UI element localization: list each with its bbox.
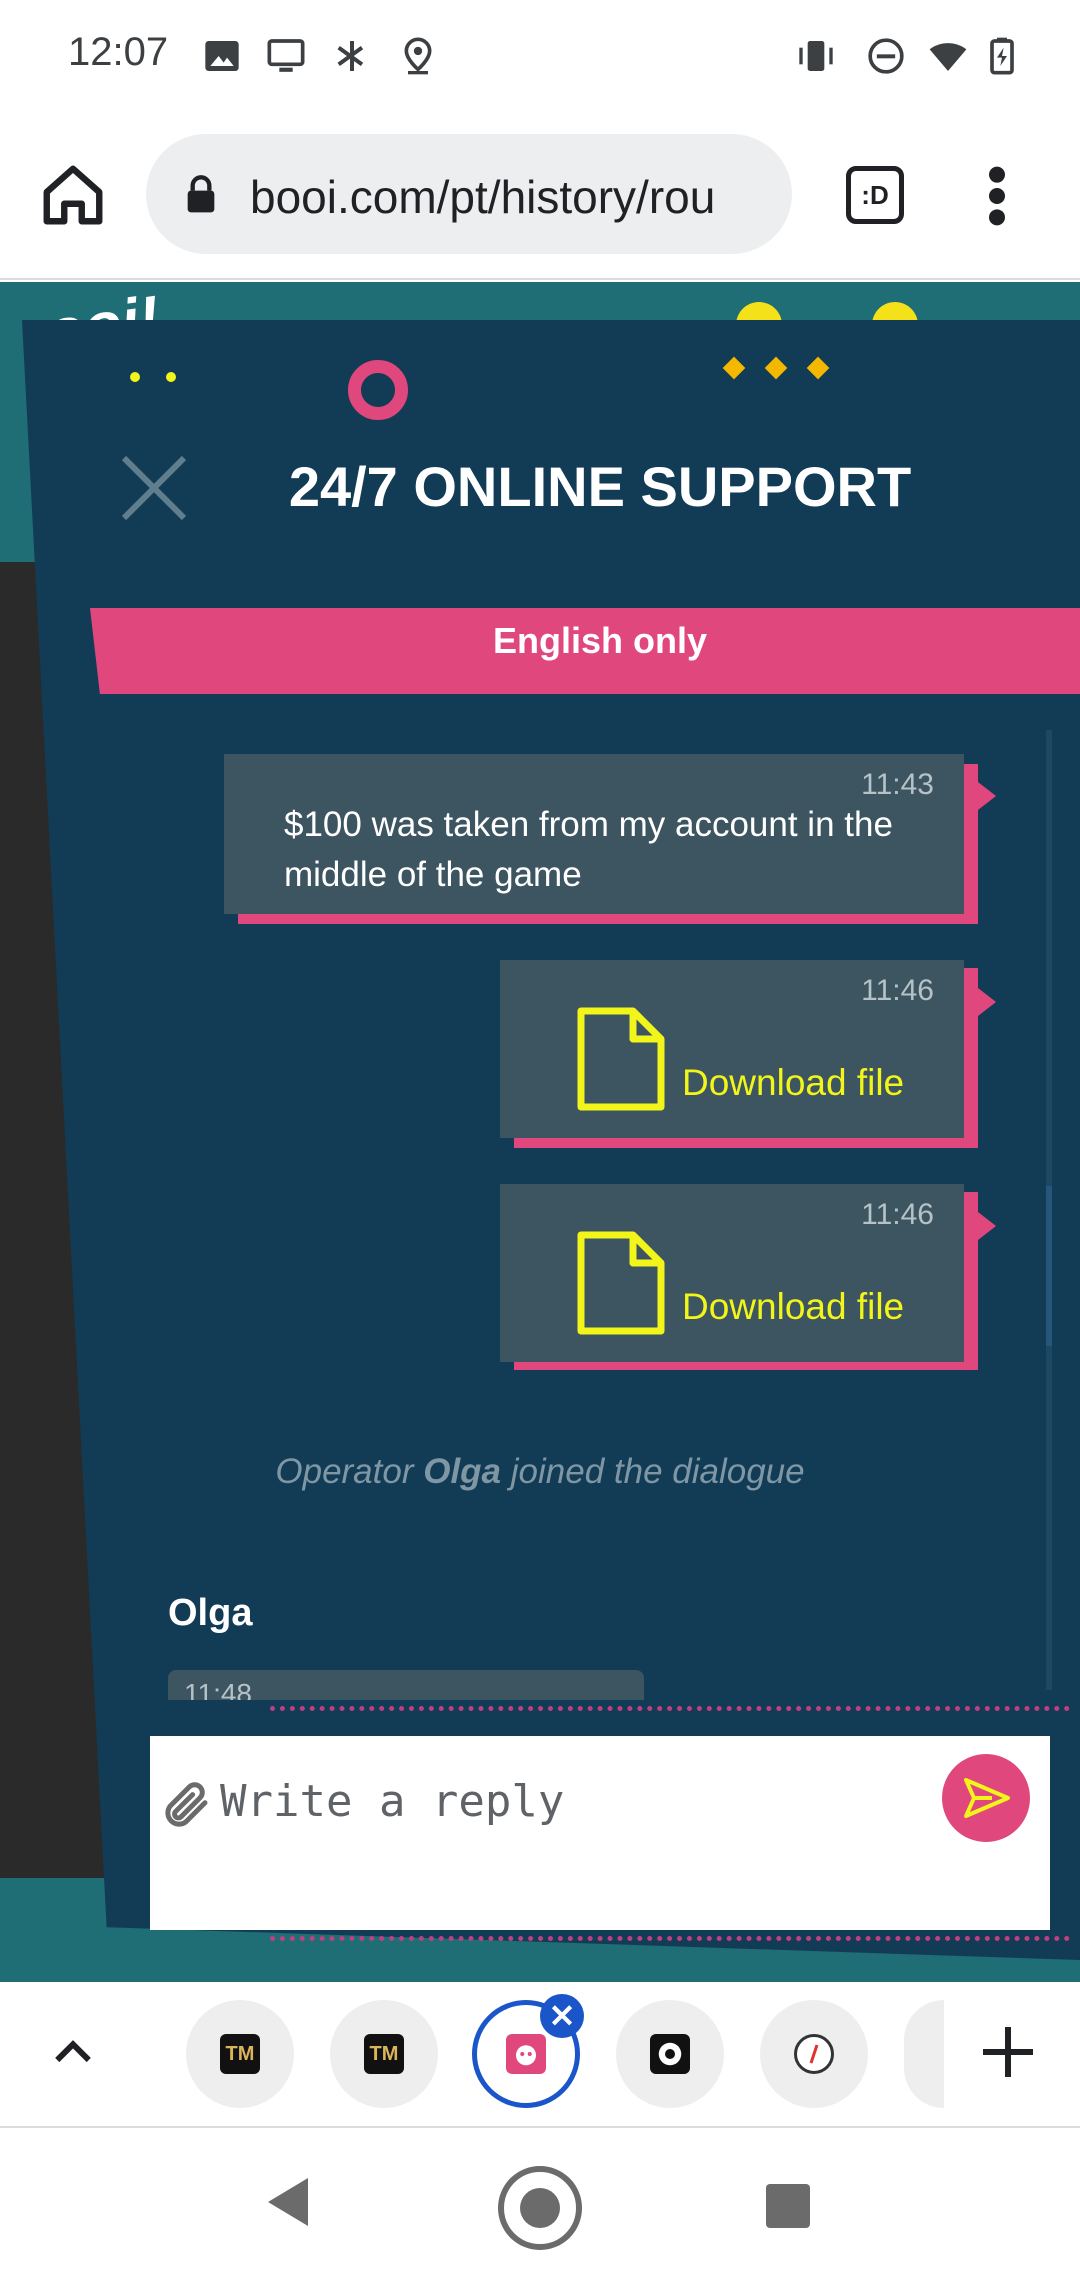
browser-toolbar: booi.com/pt/history/rou :D (0, 112, 1080, 280)
tab-item[interactable] (616, 2000, 724, 2108)
note-operator-name: Olga (423, 1452, 502, 1491)
recent-apps-button[interactable] (766, 2184, 810, 2228)
download-file-link[interactable]: Download file (682, 1062, 904, 1104)
file-icon[interactable] (576, 1230, 666, 1336)
status-bar: 12:07 (0, 0, 1080, 112)
message-time: 11:46 (861, 974, 934, 1007)
message-pointer (978, 782, 996, 810)
back-icon[interactable] (264, 2174, 312, 2230)
close-icon[interactable] (118, 452, 190, 524)
url-text: booi.com/pt/history/rou (250, 171, 716, 223)
battery-charging-icon (990, 37, 1014, 75)
tab-item[interactable]: TM (330, 2000, 438, 2108)
send-icon (964, 1778, 1010, 1818)
message-text: $100 was taken from my account in the mi… (284, 805, 893, 894)
address-bar[interactable]: booi.com/pt/history/rou (146, 134, 792, 254)
chat-file-message: 11:46 Download file (500, 960, 964, 1138)
compass-needle-icon (809, 2044, 819, 2064)
tab-item[interactable]: TM (186, 2000, 294, 2108)
send-button[interactable] (942, 1754, 1030, 1842)
decor-ring (348, 360, 408, 420)
more-menu-icon[interactable] (982, 164, 1012, 228)
reply-composer (150, 1736, 1050, 1930)
compass-favicon-icon (794, 2034, 834, 2074)
chip-favicon-icon (650, 2034, 690, 2074)
location-icon (404, 37, 432, 75)
chat-message: 11:43 $100 was taken from my account in … (224, 754, 964, 914)
chevron-up-icon[interactable] (46, 2024, 100, 2078)
lock-icon (187, 175, 215, 213)
operator-message-partial: 11:48 (168, 1670, 644, 1700)
tab-strip: TM TM ✕ (0, 1982, 1080, 2128)
tm-favicon-icon: TM (220, 2034, 260, 2074)
message-time: 11:43 (861, 768, 934, 801)
message-pointer (978, 1212, 996, 1240)
operator-joined-note: Operator Olga joined the dialogue (200, 1452, 880, 1492)
image-icon (205, 41, 239, 71)
poker-chip-icon (658, 2042, 682, 2066)
status-time: 12:07 (68, 30, 169, 74)
home-nav-button[interactable] (498, 2166, 582, 2250)
tab-item-partial[interactable] (904, 2000, 944, 2108)
bluetooth-icon (337, 41, 364, 71)
new-tab-plus-icon[interactable] (978, 2022, 1038, 2082)
language-banner-text: English only (492, 620, 707, 661)
tab-item[interactable] (760, 2000, 868, 2108)
chat-scrollbar-thumb[interactable] (1046, 1186, 1052, 1346)
monkey-face-icon (516, 2045, 536, 2066)
note-prefix: Operator (275, 1452, 424, 1491)
decor-dot (166, 372, 176, 382)
cast-screen-icon (267, 39, 305, 72)
home-icon[interactable] (38, 160, 108, 230)
operator-name: Olga (168, 1592, 253, 1634)
reply-input[interactable] (220, 1766, 860, 1836)
chat-file-message: 11:46 Download file (500, 1184, 964, 1362)
monkey-favicon-icon (506, 2034, 546, 2074)
decor-diamonds (722, 356, 830, 380)
download-file-link[interactable]: Download file (682, 1286, 904, 1328)
close-tab-button[interactable]: ✕ (540, 1994, 584, 2038)
decor-dot (130, 372, 140, 382)
decor-dotted-line (270, 1936, 1070, 1941)
system-nav-bar (0, 2130, 1080, 2270)
message-time: 11:46 (861, 1198, 934, 1231)
tab-switcher-button[interactable]: :D (846, 166, 904, 224)
paperclip-icon[interactable] (160, 1778, 214, 1832)
do-not-disturb-icon (868, 38, 904, 74)
wifi-icon (929, 43, 967, 71)
tm-favicon-icon: TM (364, 2034, 404, 2074)
message-time: 11:48 (184, 1678, 252, 1700)
chat-title: 24/7 ONLINE SUPPORT (288, 455, 912, 518)
message-pointer (978, 988, 996, 1016)
note-suffix: joined the dialogue (501, 1452, 805, 1491)
file-icon[interactable] (576, 1006, 666, 1112)
vibrate-icon (799, 41, 833, 71)
decor-dotted-line (270, 1706, 1070, 1711)
